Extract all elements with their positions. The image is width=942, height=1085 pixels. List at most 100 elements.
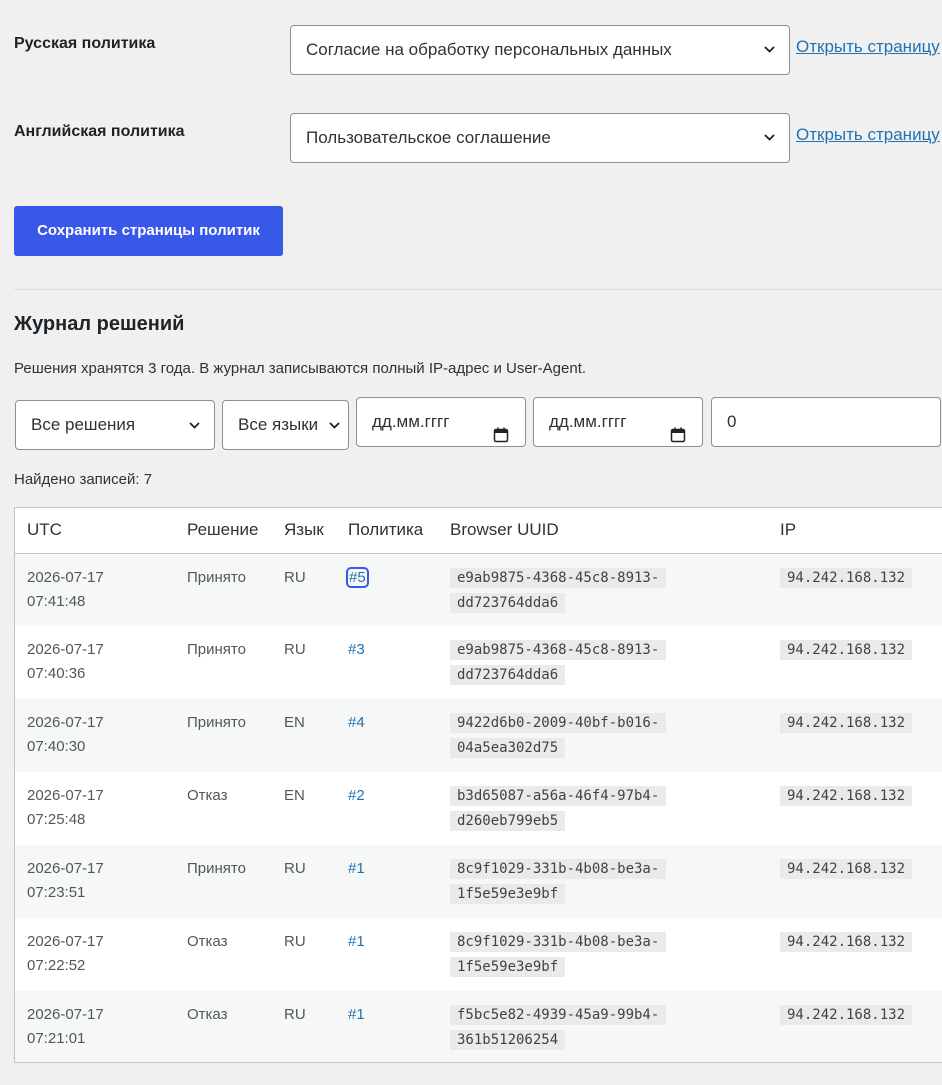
uuid-code: e9ab9875-4368-45c8-8913-dd723764dda6 (450, 640, 667, 685)
ip-code: 94.242.168.132 (780, 713, 913, 733)
policy-link[interactable]: #1 (348, 933, 365, 950)
cell-policy: #2 (336, 772, 438, 845)
cell-date: 2026-07-17 (27, 787, 104, 804)
language-filter-select[interactable]: Все языки (222, 400, 349, 450)
ru-policy-select[interactable]: Согласие на обработку персональных данны… (290, 25, 790, 75)
decisions-table: UTC Решение Язык Политика Browser UUID I… (14, 507, 942, 1063)
en-policy-open-link[interactable]: Открыть страницу (796, 125, 940, 145)
en-policy-selected-value: Пользовательское соглашение (306, 128, 551, 147)
cell-date: 2026-07-17 (27, 1006, 104, 1023)
decision-filter-select[interactable]: Все решения (15, 400, 215, 450)
cell-decision: Отказ (187, 787, 228, 804)
ru-policy-label: Русская политика (14, 35, 156, 52)
date-from-input[interactable]: дд.мм.гггг (356, 397, 526, 447)
uuid-code: b3d65087-a56a-46f4-97b4-d260eb799eb5 (450, 786, 667, 831)
chevron-down-icon (189, 420, 200, 431)
cell-time: 07:22:52 (27, 957, 86, 974)
cell-time: 07:21:01 (27, 1030, 86, 1047)
ru-policy-selected-value: Согласие на обработку персональных данны… (306, 40, 672, 59)
uuid-code: e9ab9875-4368-45c8-8913-dd723764dda6 (450, 567, 667, 613)
policy-link[interactable]: #2 (348, 787, 365, 804)
policy-link[interactable]: #3 (348, 641, 365, 658)
cell-decision: Принято (187, 641, 246, 658)
uuid-code: 8c9f1029-331b-4b08-be3a-1f5e59e3e9bf (450, 932, 667, 977)
date-to-input[interactable]: дд.мм.гггг (533, 397, 703, 447)
cell-utc: 2026-07-17 07:25:48 (15, 772, 175, 845)
cell-uuid: f5bc5e82-4939-45a9-99b4-361b51206254 (438, 991, 768, 1062)
cell-decision: Принято (175, 553, 272, 626)
cell-decision: Принято (175, 699, 272, 772)
table-row: 2026-07-17 07:25:48 Отказ EN #2 b3d65087-… (15, 772, 942, 845)
cell-time: 07:25:48 (27, 811, 86, 828)
cell-ip: 94.242.168.132 (768, 845, 942, 918)
cell-time: 07:40:36 (27, 665, 86, 682)
cell-date: 2026-07-17 (27, 714, 104, 731)
ip-code: 94.242.168.132 (780, 932, 913, 952)
cell-time: 07:41:48 (27, 592, 86, 610)
cell-uuid: 8c9f1029-331b-4b08-be3a-1f5e59e3e9bf (438, 845, 768, 918)
journal-description: Решения хранятся 3 года. В журнал записы… (14, 360, 587, 377)
column-header-language: Язык (272, 508, 336, 554)
cell-date: 2026-07-17 (27, 933, 104, 950)
cell-policy: #1 (336, 991, 438, 1062)
cell-language: RU (284, 933, 306, 950)
uuid-code: 9422d6b0-2009-40bf-b016-04a5ea302d75 (450, 713, 667, 758)
cell-decision: Отказ (175, 991, 272, 1062)
cell-policy: #5 (336, 553, 438, 626)
policy-link[interactable]: #4 (348, 714, 365, 731)
chevron-down-icon (764, 44, 775, 55)
date-from-placeholder: дд.мм.гггг (372, 412, 450, 431)
column-header-ip: IP (768, 508, 942, 554)
cell-policy: #4 (336, 699, 438, 772)
ip-code: 94.242.168.132 (780, 786, 913, 806)
ip-code: 94.242.168.132 (780, 859, 913, 879)
calendar-icon[interactable] (493, 414, 509, 443)
cell-date: 2026-07-17 (27, 860, 104, 877)
cell-language: EN (272, 699, 336, 772)
cell-uuid: 8c9f1029-331b-4b08-be3a-1f5e59e3e9bf (438, 918, 768, 991)
cell-policy: #1 (336, 918, 438, 991)
section-divider (14, 289, 942, 290)
uuid-code: 8c9f1029-331b-4b08-be3a-1f5e59e3e9bf (450, 859, 667, 904)
cell-uuid: e9ab9875-4368-45c8-8913-dd723764dda6 (438, 553, 768, 626)
cell-decision: Отказ (187, 933, 228, 950)
cell-utc: 2026-07-17 07:23:51 (15, 845, 175, 918)
cell-date: 2026-07-17 (27, 641, 104, 658)
cell-time: 07:23:51 (27, 884, 86, 901)
cell-language: RU (272, 991, 336, 1062)
cell-ip: 94.242.168.132 (768, 991, 942, 1062)
en-policy-select[interactable]: Пользовательское соглашение (290, 113, 790, 163)
date-to-placeholder: дд.мм.гггг (549, 412, 627, 431)
cell-ip: 94.242.168.132 (768, 918, 942, 991)
column-header-decision: Решение (175, 508, 272, 554)
cell-uuid: 9422d6b0-2009-40bf-b016-04a5ea302d75 (438, 699, 768, 772)
cell-policy: #1 (336, 845, 438, 918)
table-row: 2026-07-17 07:40:30 Принято EN #4 9422d6b… (15, 699, 942, 772)
cell-utc: 2026-07-17 07:21:01 (15, 991, 175, 1062)
chevron-down-icon (764, 132, 775, 143)
cell-utc: 2026-07-17 07:22:52 (15, 918, 175, 991)
chevron-down-icon (329, 420, 340, 431)
policy-link[interactable]: #5 (346, 566, 369, 588)
cell-ip: 94.242.168.132 (768, 699, 942, 772)
cell-utc: 2026-07-17 07:41:48 (15, 553, 175, 626)
cell-ip: 94.242.168.132 (768, 626, 942, 699)
policy-link[interactable]: #1 (348, 860, 365, 877)
cell-language: EN (284, 787, 305, 804)
ip-code: 94.242.168.132 (780, 640, 913, 660)
cell-uuid: b3d65087-a56a-46f4-97b4-d260eb799eb5 (438, 772, 768, 845)
ip-code: 94.242.168.132 (780, 1005, 913, 1025)
column-header-utc: UTC (15, 508, 175, 554)
save-policies-button[interactable]: Сохранить страницы политик (14, 206, 283, 256)
cell-utc: 2026-07-17 07:40:36 (15, 626, 175, 699)
column-header-policy: Политика (336, 508, 438, 554)
policy-link[interactable]: #1 (348, 1006, 365, 1023)
table-row: 2026-07-17 07:40:36 Принято RU #3 e9ab987… (15, 626, 942, 699)
calendar-icon[interactable] (670, 414, 686, 443)
cell-language: RU (272, 845, 336, 918)
ru-policy-open-link[interactable]: Открыть страницу (796, 37, 940, 57)
cell-time: 07:40:30 (27, 738, 86, 755)
cell-language: RU (272, 553, 336, 626)
cell-utc: 2026-07-17 07:40:30 (15, 699, 175, 772)
search-input[interactable]: 0 (711, 397, 941, 447)
